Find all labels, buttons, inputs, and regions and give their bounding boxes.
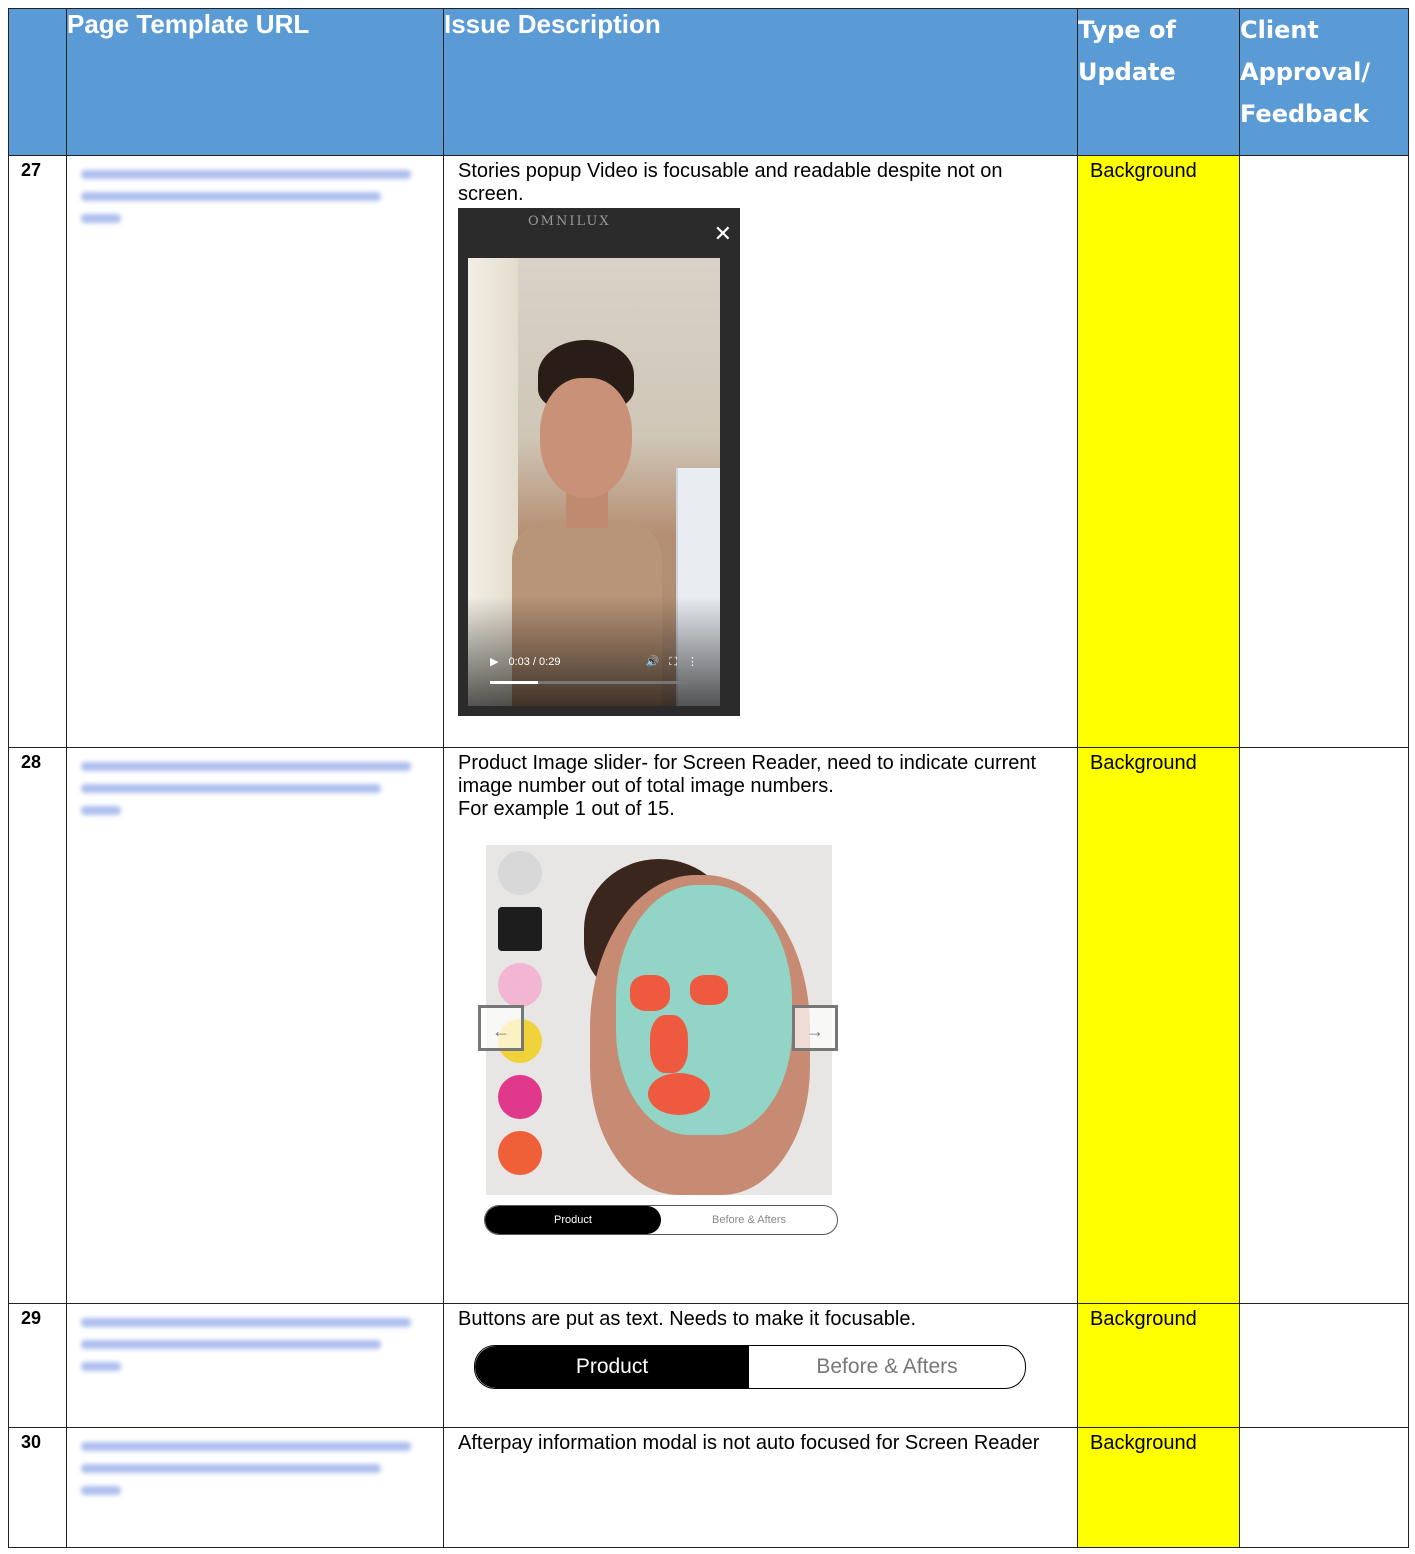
issue-description: Buttons are put as text. Needs to make i… (443, 1303, 1078, 1428)
issues-table: Page Template URL Issue Description Type… (8, 8, 1409, 1548)
person-head (540, 378, 632, 498)
blurred-url-line[interactable] (81, 1362, 121, 1371)
type-of-update: Background (1077, 155, 1240, 748)
video-controls: ▶ 0:03 / 0:29 🔊 ⛶ ⋮ (490, 652, 698, 672)
header-client: Client Approval/ Feedback (1239, 8, 1409, 156)
issue-description: Afterpay information modal is not auto f… (443, 1427, 1078, 1548)
video-shade (468, 596, 720, 706)
blurred-url-line[interactable] (81, 806, 121, 815)
type-of-update: Background (1077, 747, 1240, 1304)
arrow-right-icon[interactable]: → (792, 1005, 838, 1051)
header-client-line3: Feedback (1240, 100, 1369, 128)
header-description: Issue Description (443, 8, 1078, 156)
client-feedback (1239, 1427, 1409, 1548)
mask-glow (648, 1073, 710, 1115)
description-line: For example 1 out of 15. (458, 798, 675, 820)
blurred-url-line[interactable] (81, 1464, 381, 1473)
page-url-link[interactable] (66, 1303, 444, 1428)
page-url-link[interactable] (66, 1427, 444, 1548)
page-url-link[interactable] (66, 747, 444, 1304)
blurred-url-line[interactable] (81, 1318, 411, 1327)
header-client-line2: Approval/ (1240, 58, 1371, 86)
description-text: Buttons are put as text. Needs to make i… (458, 1308, 917, 1330)
close-icon[interactable]: ✕ (714, 222, 732, 245)
row-number: 29 (8, 1303, 67, 1428)
video-screenshot: OMNILUX ✕ ▶ 0:03 / 0:29 🔊 ⛶ ⋮ (458, 208, 740, 716)
video-time: 0:03 / 0:29 (508, 655, 561, 668)
mask-glow (690, 975, 728, 1005)
description-line: Product Image slider- for Screen Reader,… (458, 752, 1037, 797)
header-client-line1: Client (1240, 16, 1319, 44)
tab-product[interactable]: Product (475, 1346, 749, 1388)
product-toggle: Product Before & Afters (474, 1345, 1026, 1389)
slider-tabs: Product Before & Afters (484, 1205, 838, 1235)
award-badge (498, 963, 542, 1007)
brand-logo: OMNILUX (528, 214, 611, 229)
blurred-url-line[interactable] (81, 192, 381, 201)
mask-glow (650, 1015, 688, 1073)
header-type-line2: Update (1078, 58, 1176, 86)
description-text: Stories popup Video is focusable and rea… (458, 160, 1003, 205)
award-badge (498, 1075, 542, 1119)
issue-description: Product Image slider- for Screen Reader,… (443, 747, 1078, 1304)
table-row: 27 Stories popup Video is focusable and … (8, 155, 1409, 748)
type-of-update: Background (1077, 1303, 1240, 1428)
blurred-url-line[interactable] (81, 1340, 381, 1349)
award-badge (498, 851, 542, 895)
tab-before-afters[interactable]: Before & Afters (661, 1206, 837, 1234)
table-row: 30 Afterpay information modal is not aut… (8, 1427, 1409, 1548)
row-number: 28 (8, 747, 67, 1304)
more-vertical-icon[interactable]: ⋮ (687, 651, 698, 674)
play-icon[interactable]: ▶ (490, 651, 498, 674)
arrow-left-icon[interactable]: ← (478, 1005, 524, 1051)
tab-before-afters[interactable]: Before & Afters (749, 1346, 1025, 1388)
award-badge (498, 907, 542, 951)
blurred-url-line[interactable] (81, 762, 411, 771)
page-url-link[interactable] (66, 155, 444, 748)
product-slider-screenshot: ← → Product Before & Afters (478, 845, 852, 1265)
client-feedback (1239, 1303, 1409, 1428)
mask-glow (630, 975, 670, 1011)
row-number: 30 (8, 1427, 67, 1548)
blurred-url-line[interactable] (81, 784, 381, 793)
blurred-url-line[interactable] (81, 1442, 411, 1451)
table-row: 28 Product Image slider- for Screen Read… (8, 747, 1409, 1304)
header-type-line1: Type of (1078, 16, 1176, 44)
blurred-url-line[interactable] (81, 214, 121, 223)
blurred-url-line[interactable] (81, 170, 411, 179)
volume-icon[interactable]: 🔊 (646, 651, 660, 674)
tab-product[interactable]: Product (485, 1206, 661, 1234)
header-type: Type of Update (1077, 8, 1240, 156)
blurred-url-line[interactable] (81, 1486, 121, 1495)
client-feedback (1239, 155, 1409, 748)
video-frame: ▶ 0:03 / 0:29 🔊 ⛶ ⋮ (468, 258, 720, 706)
table-row: 29 Buttons are put as text. Needs to mak… (8, 1303, 1409, 1428)
issue-description: Stories popup Video is focusable and rea… (443, 155, 1078, 748)
header-row: Page Template URL Issue Description Type… (8, 8, 1409, 156)
fullscreen-icon[interactable]: ⛶ (669, 651, 677, 674)
client-feedback (1239, 747, 1409, 1304)
row-number: 27 (8, 155, 67, 748)
header-url: Page Template URL (66, 8, 444, 156)
type-of-update: Background (1077, 1427, 1240, 1548)
header-number (8, 8, 67, 156)
video-progress[interactable] (490, 681, 688, 684)
award-badge (498, 1131, 542, 1175)
